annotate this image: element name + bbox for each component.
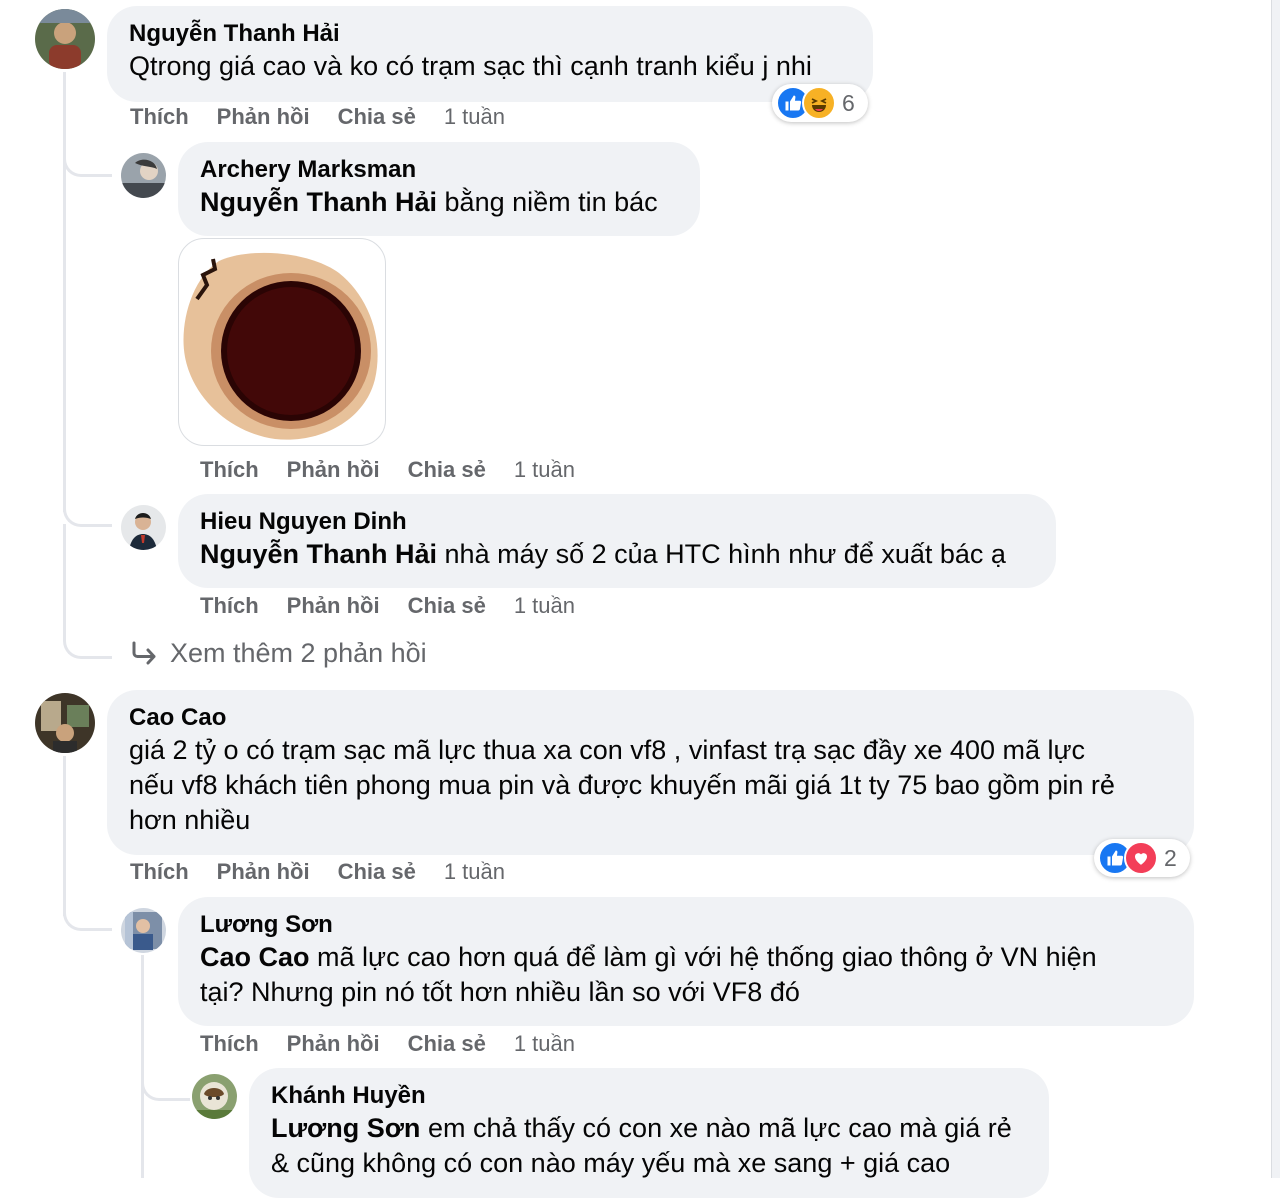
mention-link[interactable]: Cao Cao <box>200 942 310 972</box>
reaction-count: 2 <box>1164 844 1177 871</box>
avatar[interactable] <box>35 9 95 69</box>
reply-button[interactable]: Phản hồi <box>217 104 310 129</box>
like-button[interactable]: Thích <box>130 104 189 129</box>
reply-button[interactable]: Phản hồi <box>287 1031 380 1056</box>
thread-elbow <box>63 150 112 177</box>
thread-elbow <box>141 1074 190 1101</box>
like-button[interactable]: Thích <box>200 1031 259 1056</box>
haha-icon <box>802 86 836 120</box>
comment-text: Qtrong giá cao và ko có trạm sạc thì cạn… <box>129 51 812 81</box>
share-button[interactable]: Chia sẻ <box>338 859 416 884</box>
reply-bubble: Lương Sơn Cao Cao mã lực cao hơn quá để … <box>178 897 1194 1026</box>
reaction-summary[interactable]: 2 <box>1094 839 1190 877</box>
timestamp[interactable]: 1 tuần <box>514 593 575 618</box>
reply-author[interactable]: Hieu Nguyen Dinh <box>200 507 1034 537</box>
reply-bubble: Khánh Huyền Lương Sơn em chả thấy có con… <box>249 1068 1049 1198</box>
reply-bubble: Archery Marksman Nguyễn Thanh Hải bằng n… <box>178 142 700 236</box>
like-button[interactable]: Thích <box>200 457 259 482</box>
reply-text-line: tại? Nhưng pin nó tốt hơn nhiều lần so v… <box>200 977 800 1007</box>
reaction-count: 6 <box>842 89 855 116</box>
comment-actions: Thích Phản hồi Chia sẻ 1 tuần <box>130 859 505 885</box>
comment-text-line: giá 2 tỷ o có trạm sạc mã lực thua xa co… <box>129 735 1086 765</box>
mention-link[interactable]: Nguyễn Thanh Hải <box>200 539 437 569</box>
love-icon <box>1124 841 1158 875</box>
sticker-image[interactable] <box>178 238 386 446</box>
reply-button[interactable]: Phản hồi <box>287 593 380 618</box>
avatar[interactable] <box>121 505 166 550</box>
avatar[interactable] <box>121 153 166 198</box>
comment-bubble: Nguyễn Thanh Hải Qtrong giá cao và ko có… <box>107 6 873 102</box>
share-button[interactable]: Chia sẻ <box>408 1031 486 1056</box>
share-button[interactable]: Chia sẻ <box>408 593 486 618</box>
thread-line <box>141 955 144 1178</box>
timestamp[interactable]: 1 tuần <box>444 104 505 129</box>
thread-line <box>63 172 66 512</box>
share-button[interactable]: Chia sẻ <box>338 104 416 129</box>
reply-bubble: Hieu Nguyen Dinh Nguyễn Thanh Hải nhà má… <box>178 494 1056 588</box>
comment-actions: Thích Phản hồi Chia sẻ 1 tuần <box>130 104 505 130</box>
reply-actions: Thích Phản hồi Chia sẻ 1 tuần <box>200 593 575 619</box>
reply-button[interactable]: Phản hồi <box>287 457 380 482</box>
reply-actions: Thích Phản hồi Chia sẻ 1 tuần <box>200 457 575 483</box>
reply-arrow-icon <box>132 641 156 665</box>
comment-text-line: nếu vf8 khách tiên phong mua pin và được… <box>129 770 1115 800</box>
avatar[interactable] <box>35 693 95 753</box>
timestamp[interactable]: 1 tuần <box>514 457 575 482</box>
reply-text: mã lực cao hơn quá để làm gì với hệ thốn… <box>317 942 1097 972</box>
reply-text: em chả thấy có con xe nào mã lực cao mà … <box>427 1113 1012 1143</box>
mention-link[interactable]: Nguyễn Thanh Hải <box>200 187 437 217</box>
reply-author[interactable]: Lương Sơn <box>200 910 1172 940</box>
share-button[interactable]: Chia sẻ <box>408 457 486 482</box>
mention-link[interactable]: Lương Sơn <box>271 1113 420 1143</box>
reply-text: bằng niềm tin bác <box>444 187 658 217</box>
view-more-label: Xem thêm 2 phản hồi <box>170 637 427 668</box>
like-button[interactable]: Thích <box>130 859 189 884</box>
reply-actions: Thích Phản hồi Chia sẻ 1 tuần <box>200 1031 575 1057</box>
reply-author[interactable]: Archery Marksman <box>200 155 678 185</box>
avatar[interactable] <box>121 908 166 953</box>
timestamp[interactable]: 1 tuần <box>514 1031 575 1056</box>
view-more-replies-link[interactable]: Xem thêm 2 phản hồi <box>130 634 427 672</box>
reaction-summary[interactable]: 6 <box>772 84 868 122</box>
reply-author[interactable]: Khánh Huyền <box>271 1081 1027 1111</box>
avatar[interactable] <box>192 1074 237 1119</box>
window-edge <box>1271 0 1280 1178</box>
timestamp[interactable]: 1 tuần <box>444 859 505 884</box>
comment-text-line: hơn nhiều <box>129 805 251 835</box>
like-button[interactable]: Thích <box>200 593 259 618</box>
reply-text-line: & cũng không có con nào máy yếu mà xe sa… <box>271 1148 951 1178</box>
thread-elbow <box>63 904 112 931</box>
thread-elbow <box>63 500 112 527</box>
thread-elbow <box>63 524 112 659</box>
thread-line <box>63 756 66 916</box>
comment-author[interactable]: Cao Cao <box>129 703 1172 733</box>
comment-bubble: Cao Cao giá 2 tỷ o có trạm sạc mã lực th… <box>107 690 1194 855</box>
reply-button[interactable]: Phản hồi <box>217 859 310 884</box>
reply-text: nhà máy số 2 của HTC hình như để xuất bá… <box>444 539 1006 569</box>
comment-author[interactable]: Nguyễn Thanh Hải <box>129 19 851 49</box>
